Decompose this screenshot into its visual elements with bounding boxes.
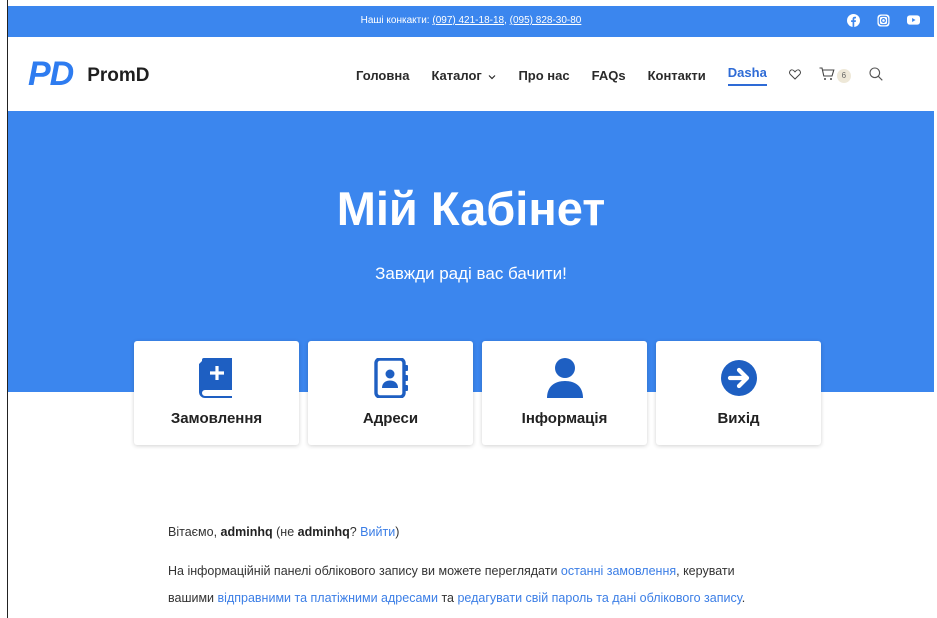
instagram-icon[interactable] [876,13,890,27]
cart-icon [819,67,835,84]
phone-link-2[interactable]: (095) 828-30-80 [510,15,582,26]
orders-card-label: Замовлення [170,410,263,427]
top-contact-bar: Наші конкакти: (097) 421-18-18, (095) 82… [8,6,934,37]
arrow-right-circle-icon [656,358,821,398]
logout-card-label: Вихід [717,410,760,427]
page-title: Мій Кабінет [336,182,606,235]
logout-card[interactable]: Вихід [656,341,821,445]
cart-count-badge: 6 [836,68,851,83]
dashboard-text-line-2: вашими відправними та платіжними адресам… [168,591,745,605]
addresses-card[interactable]: Адреси [308,341,473,445]
site-logo[interactable]: PD PromD [28,55,150,94]
nav-item-account[interactable]: Dasha [727,65,767,86]
dashboard-text-line2-prefix: вашими [168,591,215,605]
nav-item-catalog-label: Каталог [431,68,482,83]
header-icons: 6 [788,67,883,84]
recent-orders-link[interactable]: останні замовлення [561,564,676,578]
greeting-line: Вітаємо, adminhq (не adminhq? Вийти) [168,525,399,539]
greeting-prefix: Вітаємо, [168,525,218,539]
address-book-icon [308,358,473,398]
greeting-username: adminhq [220,525,273,539]
site-header: PD PromD Головна Каталог Про нас FAQs Ко… [8,37,934,111]
logo-mark: PD [28,55,74,93]
addresses-card-label: Адреси [362,410,419,427]
chevron-down-icon [485,68,496,83]
nav-item-contacts[interactable]: Контакти [648,68,706,83]
dashboard-text-and: та [441,591,454,605]
logout-link[interactable]: Вийти [360,525,395,539]
phone-separator: , [504,15,507,26]
page-subtitle: Завжди раді вас бачити! [375,264,567,283]
not-username: adminhq [297,525,350,539]
edit-account-link[interactable]: редагувати свій пароль та дані обліковог… [457,591,741,605]
logo-name: PromD [87,64,150,86]
info-card[interactable]: Інформація [482,341,647,445]
search-icon[interactable] [869,67,883,84]
dashboard-text-end: . [741,591,746,605]
contacts-label: Наші конкакти: [360,15,430,26]
social-links [846,13,920,27]
nav-item-about[interactable]: Про нас [518,68,569,83]
addresses-link[interactable]: відправними та платіжними адресами [218,591,438,605]
question-mark: ? [349,525,357,539]
orders-book-icon [134,358,299,398]
wishlist-heart-icon[interactable] [788,68,801,83]
info-card-label: Інформація [521,410,608,427]
nav-item-faqs[interactable]: FAQs [592,68,626,83]
main-nav: Головна Каталог Про нас FAQs Контакти Da… [356,65,883,86]
dashboard-text-mid: , керувати [676,564,735,578]
dashboard-text-line-1: На інформаційній панелі облікового запис… [168,564,735,578]
phone-link-1[interactable]: (097) 421-18-18 [432,15,504,26]
nav-item-catalog[interactable]: Каталог [431,68,496,83]
close-paren: ) [395,525,400,539]
youtube-icon[interactable] [906,13,920,27]
orders-card[interactable]: Замовлення [134,341,299,445]
cart-button[interactable]: 6 [819,67,851,84]
contacts-line: Наші конкакти: (097) 421-18-18, (095) 82… [8,15,934,26]
nav-item-home[interactable]: Головна [356,68,409,83]
facebook-icon[interactable] [846,13,860,27]
not-prefix: (не [276,525,295,539]
user-icon [482,358,647,398]
dashboard-text-prefix: На інформаційній панелі облікового запис… [168,564,558,578]
